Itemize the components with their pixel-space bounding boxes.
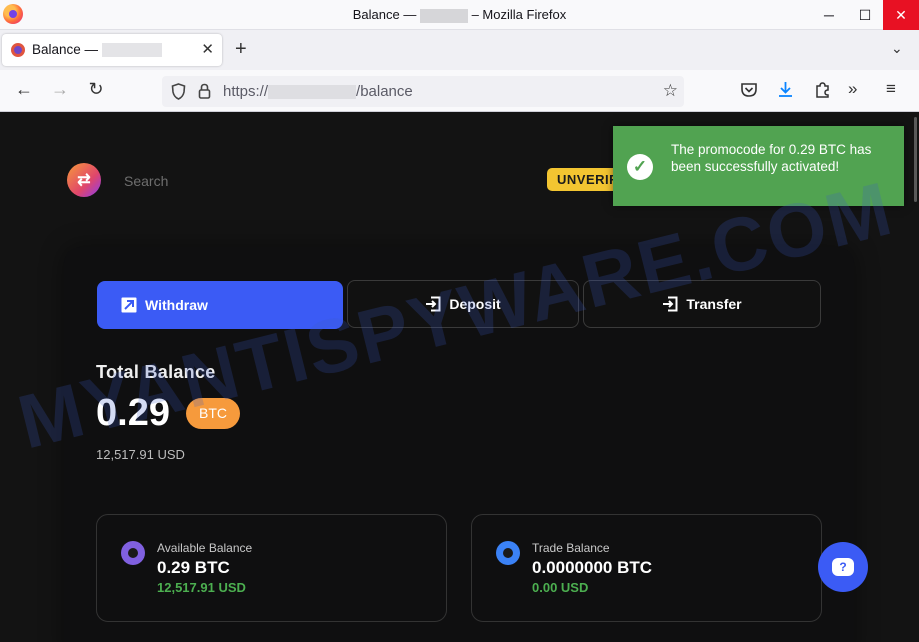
window-title-suffix: – Mozilla Firefox — [471, 7, 567, 22]
star-icon[interactable]: ☆ — [663, 81, 678, 101]
available-balance-icon — [121, 541, 145, 565]
hamburger-menu-icon[interactable]: ≡ — [886, 79, 896, 99]
total-balance-value: 0.29 — [96, 392, 170, 434]
tab-strip: Balance — ✕ + ⌄ — [0, 30, 919, 70]
page-scrollbar[interactable] — [914, 117, 917, 202]
forward-button[interactable]: → — [48, 79, 72, 100]
shield-icon[interactable] — [171, 83, 186, 100]
tab-title: Balance — — [32, 42, 162, 58]
window-title: Balance — – Mozilla Firefox — [0, 7, 919, 23]
balance-card: Withdraw Deposit Transfer Total Balance … — [64, 247, 854, 642]
sign-in-icon — [426, 296, 441, 312]
available-balance-card: Available Balance 0.29 BTC 12,517.91 USD — [96, 514, 447, 622]
trade-balance-usd: 0.00 USD — [532, 580, 589, 595]
puzzle-icon[interactable] — [814, 81, 831, 99]
total-balance-label: Total Balance — [96, 362, 216, 382]
chevron-double-right-icon[interactable]: » — [848, 79, 857, 99]
trade-balance-card: Trade Balance 0.0000000 BTC 0.00 USD — [471, 514, 822, 622]
currency-badge: BTC — [186, 398, 240, 429]
url-path: /balance — [356, 83, 413, 100]
new-tab-button[interactable]: + — [235, 38, 247, 61]
arrow-up-right-icon — [121, 297, 137, 313]
redacted-domain — [419, 8, 468, 23]
check-circle-icon: ✓ — [627, 154, 653, 180]
toast-message: The promocode for 0.29 BTC has been succ… — [671, 142, 872, 174]
back-button[interactable]: ← — [12, 79, 36, 100]
window-titlebar: Balance — – Mozilla Firefox ─ ☐ ✕ — [0, 0, 919, 30]
close-tab-icon[interactable]: ✕ — [201, 40, 214, 58]
deposit-button[interactable]: Deposit — [347, 280, 579, 328]
close-window-button[interactable]: ✕ — [883, 0, 919, 30]
success-toast[interactable]: ✓ The promocode for 0.29 BTC has been su… — [613, 126, 904, 206]
page-content: ⇄ Search UNVERIFI Withdraw Deposit Trans… — [0, 112, 919, 642]
url-text[interactable]: https:// /balance — [223, 83, 413, 100]
list-all-tabs-button[interactable]: ⌄ — [891, 40, 903, 57]
transfer-label: Transfer — [686, 296, 742, 312]
transfer-icon — [663, 296, 678, 312]
chat-help-icon: ? — [832, 558, 854, 576]
deposit-label: Deposit — [449, 296, 501, 312]
tab-title-text: Balance — — [32, 42, 99, 57]
url-bar[interactable]: https:// /balance ☆ — [162, 76, 684, 107]
redacted-domain — [268, 85, 357, 100]
download-icon[interactable] — [777, 81, 794, 99]
trade-balance-value: 0.0000000 BTC — [532, 558, 653, 577]
nav-toolbar: ← → ↻ https:// /balance ☆ » ≡ — [0, 70, 919, 112]
support-chat-button[interactable]: ? — [818, 542, 868, 592]
withdraw-label: Withdraw — [145, 297, 208, 313]
url-scheme: https:// — [223, 83, 269, 100]
available-balance-usd: 12,517.91 USD — [157, 580, 246, 595]
minimize-button[interactable]: ─ — [811, 0, 847, 30]
trade-balance-icon — [496, 541, 520, 565]
trade-balance-label: Trade Balance — [532, 541, 610, 555]
available-balance-label: Available Balance — [157, 541, 253, 555]
transfer-button[interactable]: Transfer — [583, 280, 821, 328]
tab-favicon-icon — [11, 43, 25, 57]
reload-button[interactable]: ↻ — [84, 79, 108, 100]
tab-balance[interactable]: Balance — ✕ — [2, 34, 222, 66]
site-logo[interactable]: ⇄ — [67, 163, 101, 197]
available-balance-value: 0.29 BTC — [157, 558, 230, 577]
redacted-domain — [101, 43, 162, 58]
search-input[interactable]: Search — [124, 173, 168, 189]
withdraw-button[interactable]: Withdraw — [97, 281, 343, 329]
pocket-icon[interactable] — [740, 82, 758, 98]
maximize-button[interactable]: ☐ — [847, 0, 883, 30]
lock-icon[interactable] — [198, 83, 211, 99]
total-balance-usd: 12,517.91 USD — [96, 447, 185, 462]
window-title-prefix: Balance — — [352, 7, 417, 22]
